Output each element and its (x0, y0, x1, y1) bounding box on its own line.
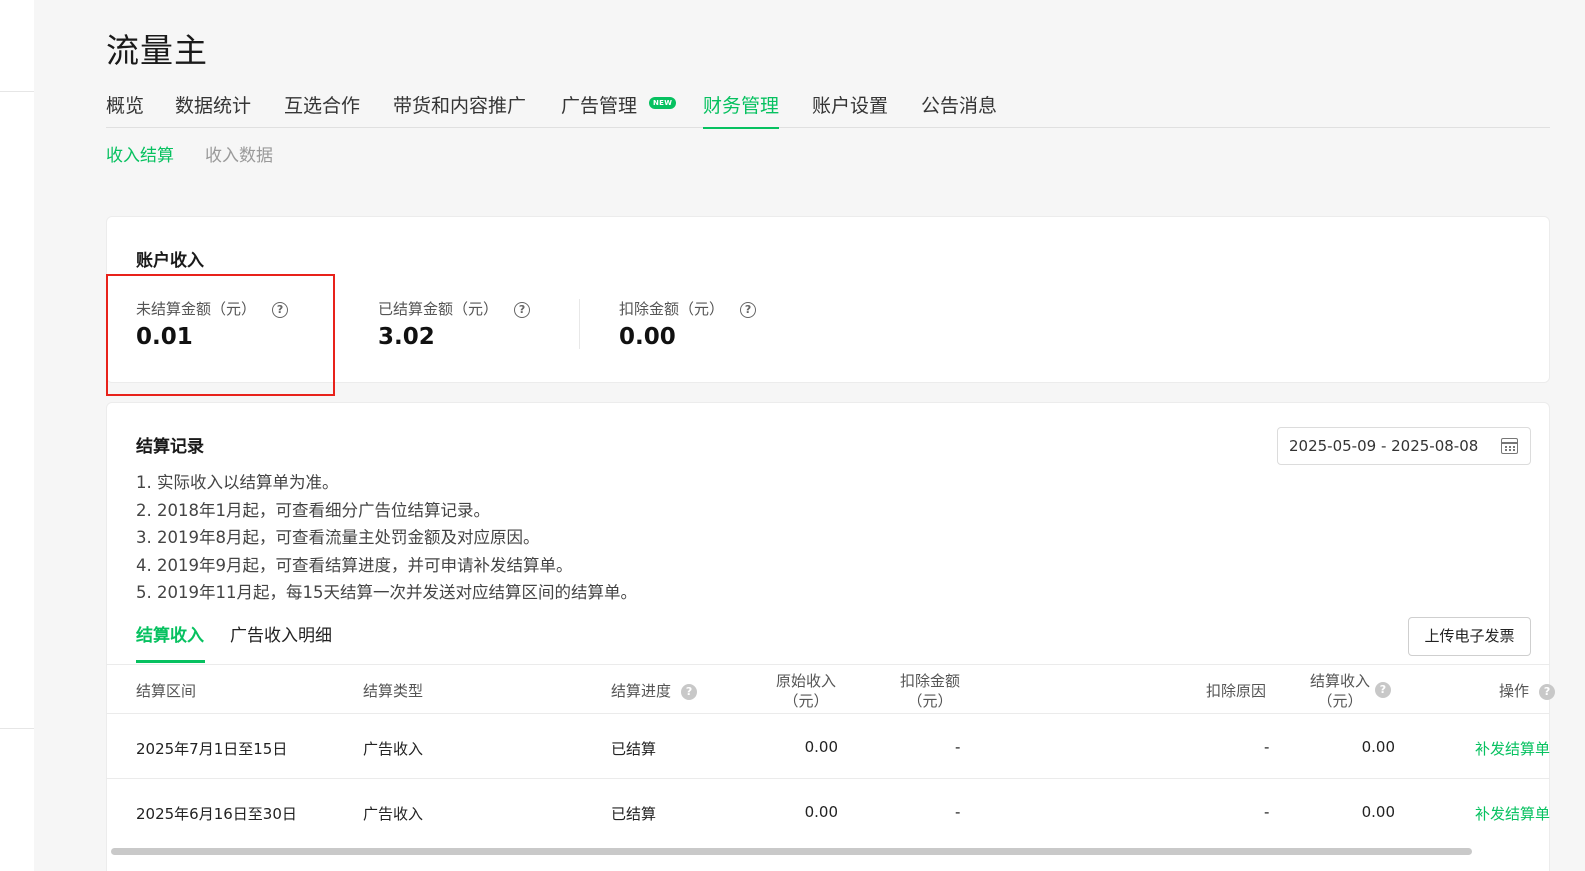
nav-announcements[interactable]: 公告消息 (921, 92, 997, 128)
deducted-amount-value: 0.00 (619, 324, 676, 350)
cell-original-income: 0.00 (804, 738, 838, 756)
left-sidebar (0, 0, 34, 871)
main-nav: 概览 数据统计 互选合作 带货和内容推广 广告管理 NEW 财务管理 账户设置 … (106, 92, 1550, 129)
table-divider (106, 713, 1550, 714)
date-range-value: 2025-05-09 - 2025-08-08 (1289, 437, 1479, 455)
cell-period: 2025年6月16日至30日 (136, 805, 297, 823)
note-line: 2. 2018年1月起，可查看细分广告位结算记录。 (136, 500, 490, 520)
nav-overview[interactable]: 概览 (106, 92, 144, 128)
nav-ad-management[interactable]: 广告管理 NEW (561, 92, 677, 128)
reissue-statement-link[interactable]: 补发结算单 (1475, 803, 1550, 824)
date-range-picker[interactable]: 2025-05-09 - 2025-08-08 (1277, 427, 1531, 465)
note-line: 1. 实际收入以结算单为准。 (136, 473, 339, 492)
col-header-deduction-reason: 扣除原因 (1206, 682, 1267, 700)
tab-ad-income-detail[interactable]: 广告收入明细 (230, 621, 332, 646)
nav-commerce-promotion[interactable]: 带货和内容推广 (393, 92, 526, 128)
calendar-icon (1501, 438, 1518, 454)
table-divider (106, 778, 1550, 779)
table-divider (106, 664, 1550, 665)
cell-deducted-amount: - (955, 803, 961, 821)
cell-deducted-amount: - (955, 738, 961, 756)
settlement-records-title: 结算记录 (136, 437, 204, 457)
upload-invoice-button[interactable]: 上传电子发票 (1408, 617, 1531, 656)
col-header-original-income: 原始收入 （元） (775, 672, 836, 710)
help-icon[interactable]: ? (1375, 682, 1391, 698)
col-header-deducted-amount: 扣除金额 （元） (899, 672, 960, 710)
col-header-period: 结算区间 (136, 682, 197, 700)
help-icon[interactable]: ? (681, 684, 698, 700)
settled-amount-label: 已结算金额（元）? (378, 298, 531, 319)
cell-deduction-reason: - (1264, 803, 1270, 821)
active-tab-underline (136, 660, 205, 663)
horizontal-scrollbar[interactable] (111, 848, 1472, 855)
note-line: 3. 2019年8月起，可查看流量主处罚金额及对应原因。 (136, 528, 540, 548)
col-header-settled-income: 结算收入 （元） (1309, 672, 1370, 710)
sidebar-divider (0, 91, 34, 92)
new-badge: NEW (649, 97, 677, 109)
help-icon[interactable]: ? (1539, 684, 1556, 700)
settlement-notes: 1. 实际收入以结算单为准。 2. 2018年1月起，可查看细分广告位结算记录。… (136, 469, 637, 607)
nav-finance-management[interactable]: 财务管理 (703, 92, 780, 129)
nav-data-stats[interactable]: 数据统计 (175, 92, 251, 128)
account-income-title: 账户收入 (136, 251, 204, 271)
subnav-income-settlement[interactable]: 收入结算 (106, 141, 174, 166)
highlight-annotation-box (106, 274, 335, 396)
help-icon[interactable]: ? (514, 302, 531, 318)
cell-progress: 已结算 (611, 805, 657, 823)
settlement-table: 结算区间 结算类型 结算进度? 原始收入 （元） 扣除金额 （元） 扣除原因 结… (106, 664, 1585, 871)
col-header-progress: 结算进度? (611, 681, 698, 701)
stat-divider (579, 299, 580, 349)
cell-period: 2025年7月1日至15日 (136, 740, 288, 758)
app-title: 流量主 (106, 31, 208, 70)
settled-amount-value: 3.02 (378, 324, 435, 350)
reissue-statement-link[interactable]: 补发结算单 (1475, 738, 1550, 759)
sidebar-divider (0, 728, 34, 729)
note-line: 4. 2019年9月起，可查看结算进度，并可申请补发结算单。 (136, 555, 573, 575)
col-header-action: 操作? (1499, 681, 1556, 701)
cell-type: 广告收入 (363, 805, 424, 823)
cell-type: 广告收入 (363, 740, 424, 758)
nav-ad-management-label: 广告管理 (561, 95, 638, 117)
subnav-income-data[interactable]: 收入数据 (205, 141, 273, 166)
tab-settlement-income[interactable]: 结算收入 (136, 621, 204, 646)
cell-deduction-reason: - (1264, 738, 1270, 756)
col-header-type: 结算类型 (363, 682, 424, 700)
help-icon[interactable]: ? (740, 302, 757, 318)
cell-settled-income: 0.00 (1361, 738, 1395, 756)
deducted-amount-label: 扣除金额（元）? (619, 298, 757, 319)
cell-progress: 已结算 (611, 740, 657, 758)
cell-settled-income: 0.00 (1361, 803, 1395, 821)
nav-mutual-selection[interactable]: 互选合作 (284, 92, 360, 128)
note-line: 5. 2019年11月起，每15天结算一次并发送对应结算区间的结算单。 (136, 583, 637, 603)
cell-original-income: 0.00 (804, 803, 838, 821)
nav-account-settings[interactable]: 账户设置 (812, 92, 888, 128)
